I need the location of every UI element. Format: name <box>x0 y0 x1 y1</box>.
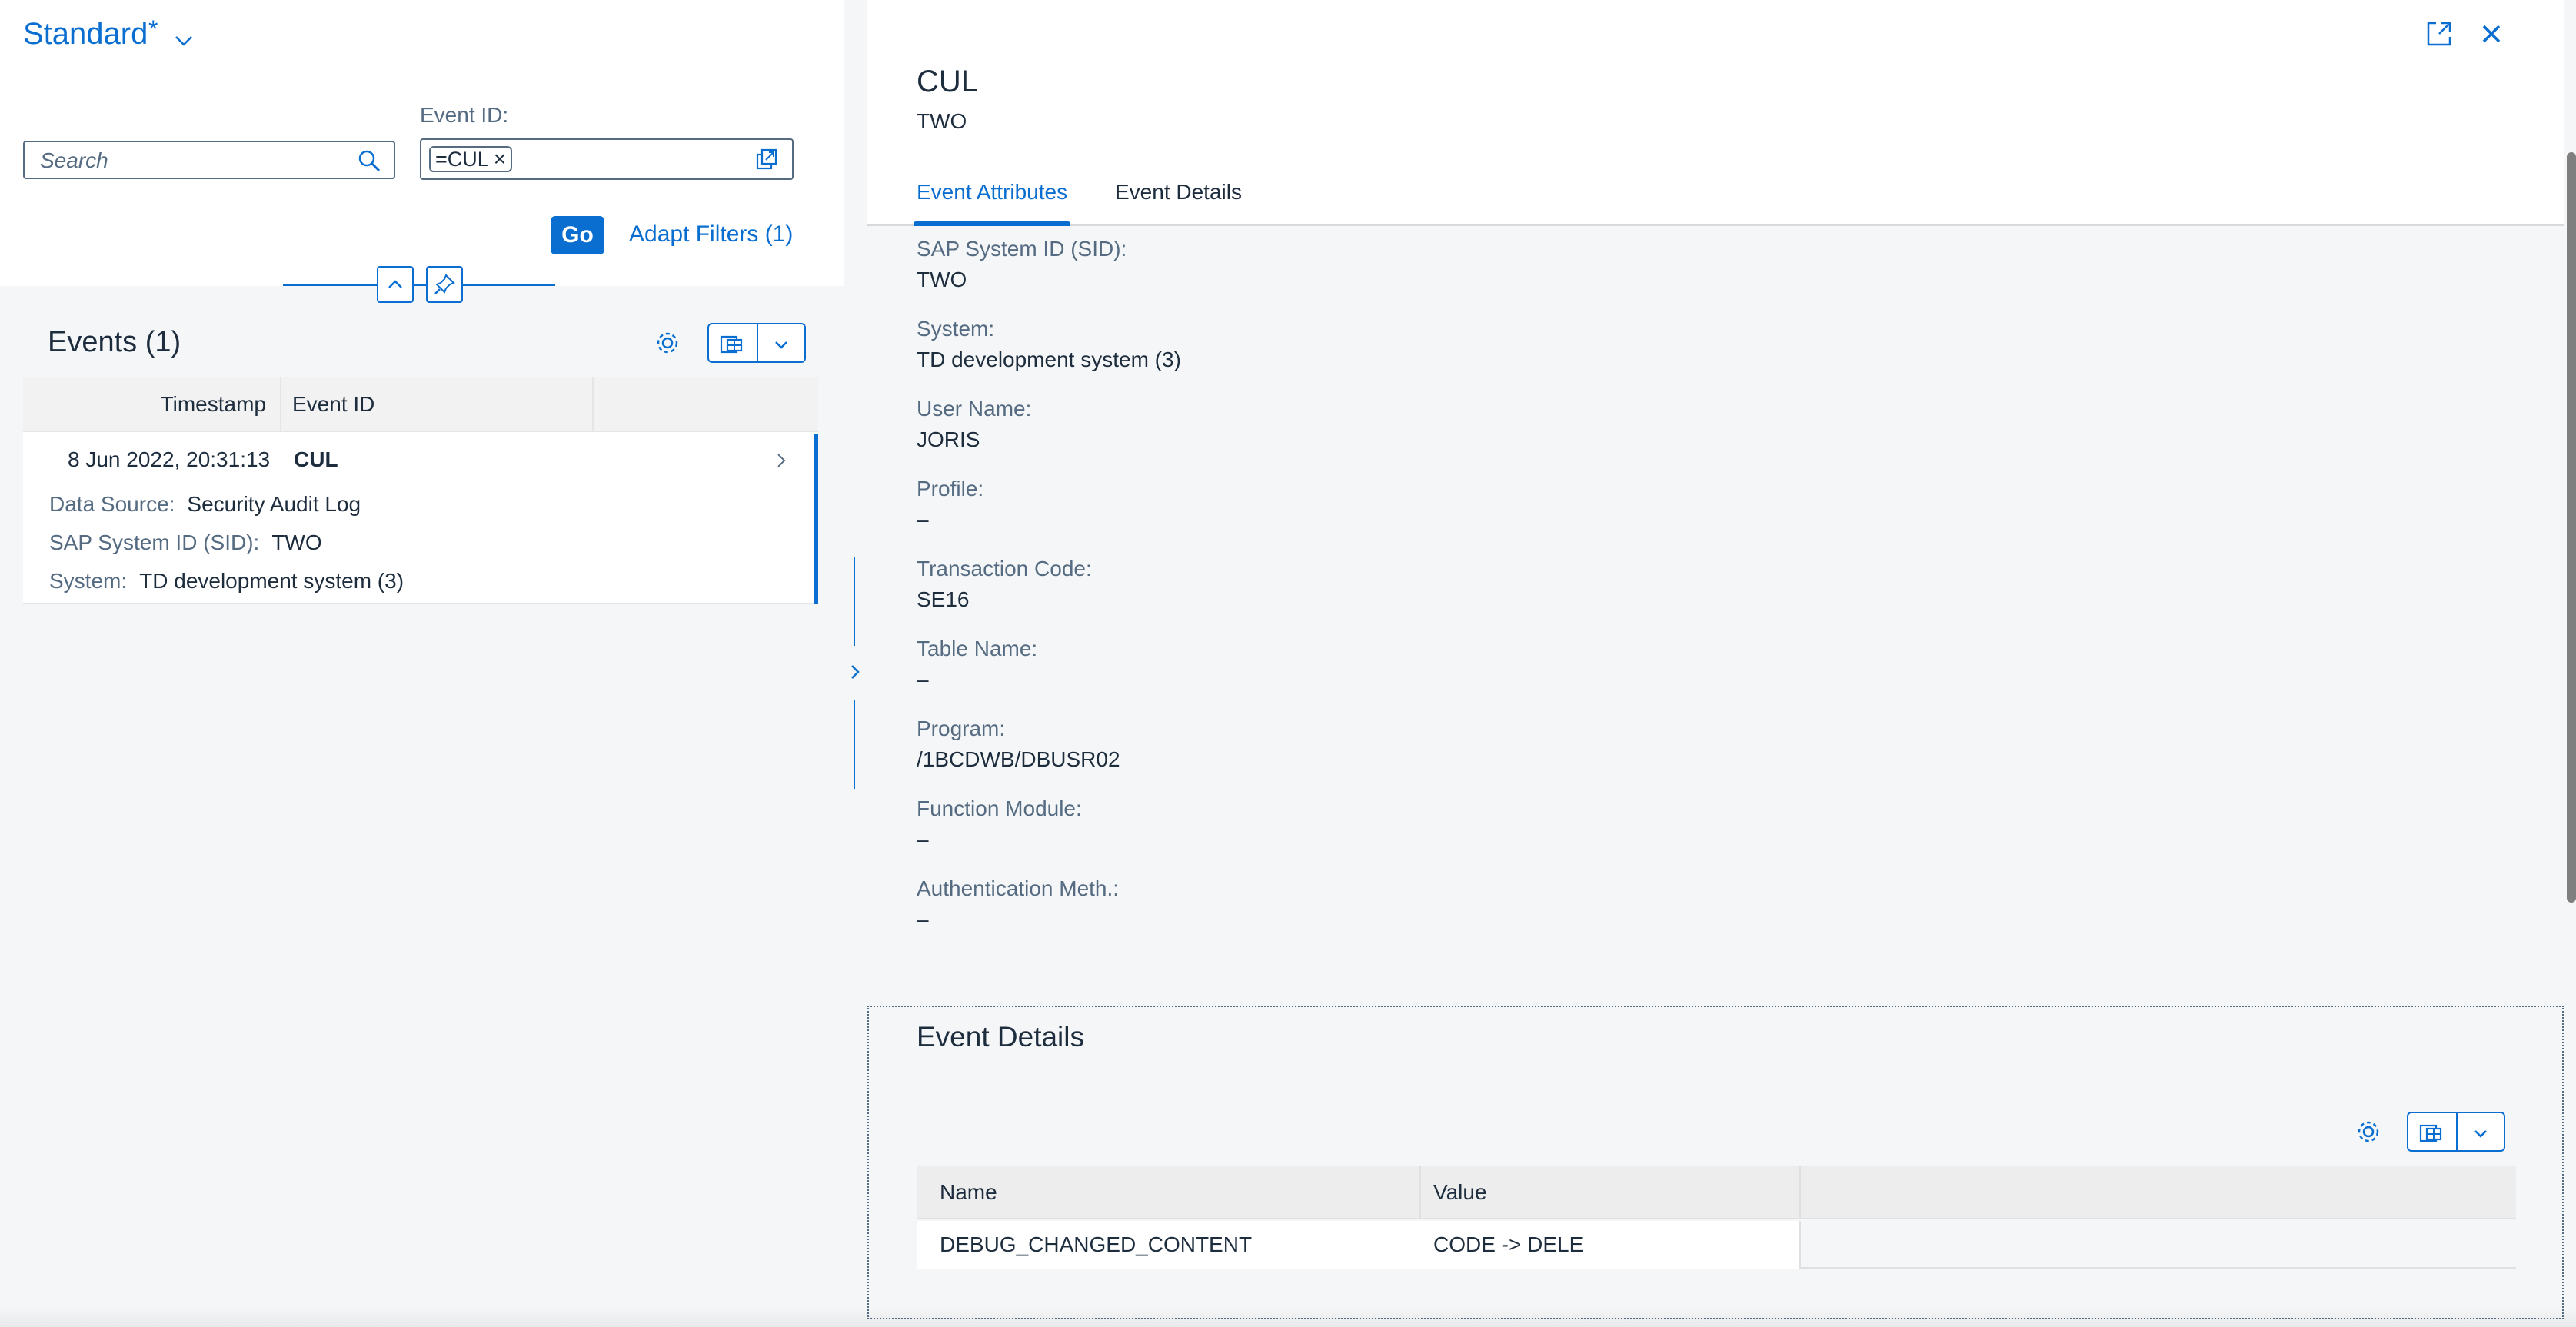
attribute-value: TWO <box>917 268 967 291</box>
attribute-value: – <box>917 827 929 851</box>
filter-token-text: =CUL <box>435 147 489 171</box>
fullscreen-icon[interactable] <box>2425 20 2453 48</box>
table-row[interactable]: 8 Jun 2022, 20:31:13 CUL Data Source: Sec… <box>23 434 818 604</box>
button-divider <box>2456 1113 2458 1150</box>
event-details-table: Name Value DEBUG_CHANGED_CONTENT CODE ->… <box>917 1166 2516 1276</box>
attribute-value: – <box>917 507 929 531</box>
variant-modified-indicator: * <box>148 15 158 43</box>
scrollbar-thumb[interactable] <box>2567 152 2576 903</box>
column-header-timestamp[interactable]: Timestamp <box>23 377 281 432</box>
table-header: Timestamp Event ID <box>23 377 818 432</box>
selected-row-indicator <box>814 434 818 604</box>
row-timestamp: 8 Jun 2022, 20:31:13 <box>68 447 271 471</box>
close-icon[interactable]: × <box>494 148 506 170</box>
row-event-id: CUL <box>294 447 338 471</box>
go-button[interactable]: Go <box>551 216 604 254</box>
data-source-label: Data Source: <box>49 492 175 516</box>
chevron-right-icon[interactable] <box>846 660 864 684</box>
value-help-icon[interactable] <box>755 148 778 171</box>
system-label: System: <box>49 569 128 593</box>
sid-label: SAP System ID (SID): <box>49 530 260 554</box>
button-divider <box>757 324 758 361</box>
attribute-value: – <box>917 907 929 931</box>
attribute-value: – <box>917 667 929 691</box>
export-icon[interactable] <box>720 332 744 355</box>
detail-pane: CUL TWO Event Attributes Event Details S… <box>867 0 2576 1327</box>
splitter-bar[interactable] <box>854 557 855 646</box>
attribute-label: Transaction Code: <box>917 557 1092 580</box>
column-header-event-id[interactable]: Event ID <box>281 377 594 432</box>
search-input[interactable] <box>40 148 348 174</box>
search-icon[interactable] <box>357 148 381 173</box>
export-icon[interactable] <box>2419 1121 2444 1144</box>
close-icon[interactable] <box>2479 22 2504 46</box>
event-id-filter-field[interactable]: =CUL × <box>420 138 794 180</box>
adapt-filters-button[interactable]: Adapt Filters (1) <box>629 221 793 248</box>
attribute-value: SE16 <box>917 587 970 611</box>
column-header-name[interactable]: Name <box>917 1166 1421 1219</box>
events-table: Timestamp Event ID 8 Jun 2022, 20:31:13 … <box>23 377 818 604</box>
chevron-right-icon[interactable] <box>774 451 789 471</box>
tab-event-details[interactable]: Event Details <box>1115 180 1242 205</box>
collapse-header-button[interactable] <box>377 266 414 303</box>
page-subtitle: TWO <box>917 109 967 133</box>
pin-icon <box>434 274 455 294</box>
search-field[interactable] <box>23 141 395 179</box>
data-source-value: Security Audit Log <box>187 492 361 516</box>
attribute-label: Profile: <box>917 477 984 501</box>
attribute-label: Program: <box>917 717 1006 740</box>
splitter-bar[interactable] <box>854 700 855 789</box>
settings-icon[interactable] <box>652 328 683 358</box>
chevron-down-icon[interactable] <box>770 334 792 355</box>
attribute-value: TD development system (3) <box>917 348 1181 371</box>
filter-token[interactable]: =CUL × <box>429 146 513 172</box>
header-divider <box>283 284 555 286</box>
cell-value: CODE -> DELE <box>1433 1232 1584 1256</box>
attribute-label: Function Module: <box>917 797 1082 820</box>
event-details-section: Event Details Name Value DEBUG_CHANGED_C… <box>867 1006 2564 1319</box>
active-tab-indicator <box>914 221 1070 226</box>
filter-bar: Standard * Event ID: =CUL × Go Adapt Fil… <box>0 0 844 286</box>
bottom-shadow <box>0 1307 2576 1327</box>
section-title: Event Details <box>917 1021 1084 1053</box>
table-row[interactable]: DEBUG_CHANGED_CONTENT CODE -> DELE <box>917 1221 2516 1269</box>
variant-title[interactable]: Standard <box>23 17 148 52</box>
row-sid: SAP System ID (SID): TWO <box>49 530 322 555</box>
table-header: Name Value <box>917 1166 2516 1219</box>
attribute-label: Authentication Meth.: <box>917 876 1120 900</box>
events-table-title: Events (1) <box>48 326 181 358</box>
object-header: CUL TWO Event Attributes Event Details <box>867 0 2576 226</box>
attribute-label: Table Name: <box>917 637 1038 660</box>
attribute-label: User Name: <box>917 397 1032 421</box>
sid-value: TWO <box>271 530 322 554</box>
column-header-value[interactable]: Value <box>1421 1166 1801 1219</box>
chevron-down-icon[interactable] <box>172 29 195 52</box>
list-pane: Standard * Event ID: =CUL × Go Adapt Fil… <box>0 0 844 1327</box>
attribute-value: JORIS <box>917 427 980 451</box>
page-title: CUL <box>917 65 979 98</box>
export-button-group[interactable] <box>2407 1112 2505 1152</box>
row-system: System: TD development system (3) <box>49 569 404 594</box>
row-data-source: Data Source: Security Audit Log <box>49 492 361 517</box>
cell-name: DEBUG_CHANGED_CONTENT <box>940 1232 1253 1256</box>
tab-event-attributes[interactable]: Event Attributes <box>917 180 1067 205</box>
system-value: TD development system (3) <box>139 569 404 593</box>
pin-header-button[interactable] <box>426 266 463 303</box>
event-id-filter-label: Event ID: <box>420 103 509 127</box>
attribute-label: System: <box>917 317 995 341</box>
export-button-group[interactable] <box>707 323 806 363</box>
chevron-down-icon[interactable] <box>2470 1122 2491 1144</box>
settings-icon[interactable] <box>2353 1116 2384 1147</box>
attribute-value: /1BCDWB/DBUSR02 <box>917 747 1120 771</box>
attribute-label: SAP System ID (SID): <box>917 237 1127 261</box>
